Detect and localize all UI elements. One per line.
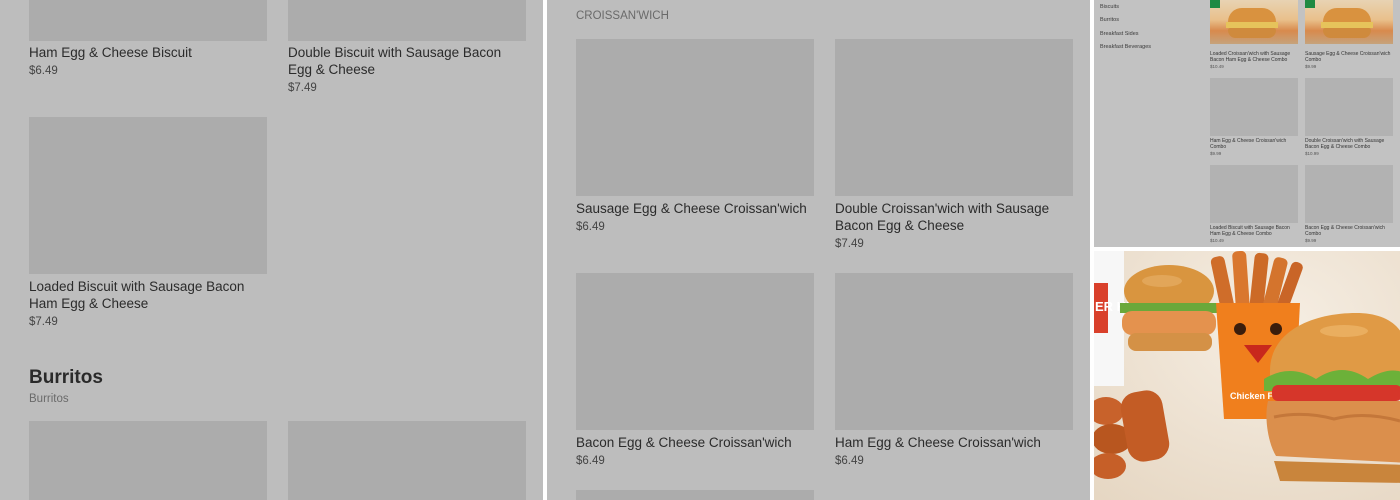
item-price: $7.49: [835, 238, 864, 250]
item-price: $6.49: [29, 65, 58, 77]
sidebar-item-burritos[interactable]: Burritos: [1100, 17, 1119, 23]
item-price: $6.49: [576, 455, 605, 467]
item-image-placeholder[interactable]: [835, 39, 1073, 196]
item-image-placeholder[interactable]: [29, 0, 267, 41]
item-name[interactable]: Bacon Egg & Cheese Croissan'wich Combo: [1305, 225, 1395, 237]
item-image-placeholder[interactable]: [835, 273, 1073, 430]
item-name[interactable]: Ham Egg & Cheese Croissan'wich: [835, 434, 1073, 451]
item-name[interactable]: Bacon Egg & Cheese Croissan'wich: [576, 434, 816, 451]
sidebar-item-breakfast-sides[interactable]: Breakfast Sides: [1100, 31, 1139, 37]
item-price: $10.49: [1210, 64, 1224, 69]
item-name[interactable]: Double Croissan'wich with Sausage Bacon …: [835, 200, 1073, 234]
item-name[interactable]: Ham Egg & Cheese Croissan'wich Combo: [1210, 138, 1300, 150]
promo-food-photo[interactable]: ER KING Chicken Fries: [1094, 251, 1400, 500]
item-image-placeholder[interactable]: [576, 490, 814, 500]
item-name[interactable]: Loaded Biscuit with Sausage Bacon Ham Eg…: [1210, 225, 1300, 237]
menu-panel-croissanwich: CROISSAN'WICH Sausage Egg & Cheese Crois…: [547, 0, 1090, 500]
menu-panel-biscuits: Ham Egg & Cheese Biscuit $6.49 Double Bi…: [0, 0, 543, 500]
chicken-sandwich-fries-illustration: ER KING Chicken Fries: [1094, 251, 1400, 500]
item-name[interactable]: Double Croissan'wich with Sausage Bacon …: [1305, 138, 1395, 150]
item-image-placeholder[interactable]: [1305, 165, 1393, 223]
item-price: $7.49: [288, 82, 317, 94]
item-name[interactable]: Loaded Croissan'wich with Sausage Bacon …: [1210, 51, 1300, 63]
sidebar-item-biscuits[interactable]: Biscuits: [1100, 4, 1119, 10]
item-price: $6.49: [835, 455, 864, 467]
item-image-placeholder[interactable]: [1305, 78, 1393, 136]
item-price: $10.49: [1210, 238, 1224, 243]
item-image-placeholder[interactable]: [288, 0, 526, 41]
item-image-placeholder[interactable]: [288, 421, 526, 500]
mini-menu-screenshot: Biscuits Burritos Breakfast Sides Breakf…: [1094, 0, 1400, 247]
item-image-placeholder[interactable]: [576, 273, 814, 430]
sidebar-item-breakfast-beverages[interactable]: Breakfast Beverages: [1100, 44, 1151, 50]
item-name[interactable]: Loaded Biscuit with Sausage Bacon Ham Eg…: [29, 278, 267, 312]
item-price: $7.49: [29, 316, 58, 328]
item-image-placeholder[interactable]: [576, 39, 814, 196]
item-name[interactable]: Double Biscuit with Sausage Bacon Egg & …: [288, 44, 526, 78]
combo-food-image[interactable]: [1210, 0, 1298, 44]
item-price: $10.99: [1305, 151, 1319, 156]
section-subtitle: CROISSAN'WICH: [576, 10, 669, 22]
item-image-placeholder[interactable]: [29, 117, 267, 274]
item-image-placeholder[interactable]: [1210, 165, 1298, 223]
item-price: $6.49: [576, 221, 605, 233]
combo-food-image[interactable]: [1305, 0, 1393, 44]
section-subtitle: Burritos: [29, 393, 69, 405]
small-chicken-sandwich-icon: [1120, 265, 1218, 351]
item-price: $9.99: [1305, 238, 1317, 243]
item-price: $9.99: [1210, 151, 1222, 156]
item-name[interactable]: Sausage Egg & Cheese Croissan'wich Combo: [1305, 51, 1395, 63]
item-image-placeholder[interactable]: [29, 421, 267, 500]
item-name[interactable]: Sausage Egg & Cheese Croissan'wich: [576, 200, 816, 217]
section-title: Burritos: [29, 367, 103, 388]
item-name[interactable]: Ham Egg & Cheese Biscuit: [29, 44, 267, 61]
item-image-placeholder[interactable]: [1210, 78, 1298, 136]
item-price: $9.99: [1305, 64, 1317, 69]
